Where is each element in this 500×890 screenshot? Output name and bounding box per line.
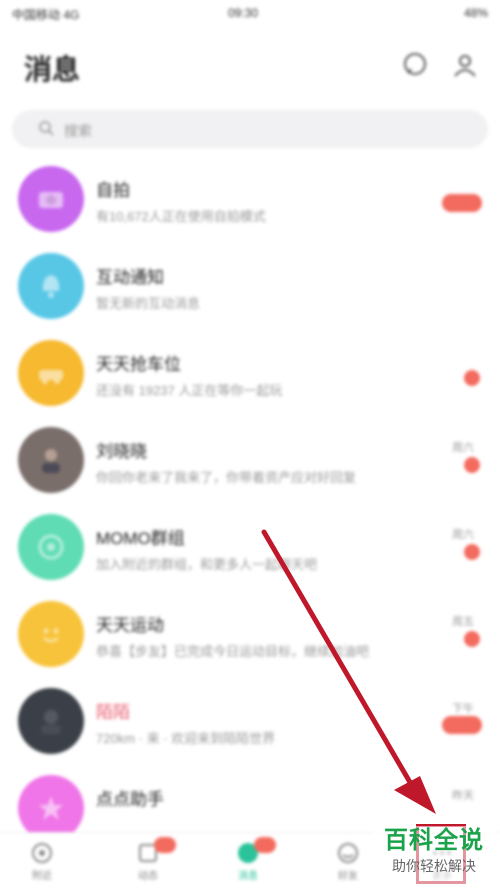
- watermark-subtitle: 助你轻松解决: [392, 858, 476, 874]
- unread-dot: [464, 631, 480, 647]
- car-icon: [39, 370, 63, 384]
- conversation-time: 下午: [452, 703, 474, 715]
- conversation-preview: 你回你老来了我来了，你带着资产应对好回复: [96, 470, 357, 485]
- unread-badge: [442, 194, 482, 212]
- conversation-preview: 还没有 19237 人正在等你一起玩: [96, 383, 283, 398]
- nearby-icon: [32, 843, 52, 863]
- conversation-name: MOMO群组: [96, 529, 185, 548]
- conversation-name: 天天抢车位: [96, 355, 181, 374]
- person-icon: [42, 449, 60, 473]
- tab-label: 消息: [238, 871, 258, 882]
- avatar: [18, 601, 84, 667]
- unread-dot: [464, 457, 480, 473]
- conversation-preview: 加入附近的群组，和更多人一起聊天吧: [96, 557, 318, 572]
- conversation-row[interactable]: 自拍 有10,672人正在使用自拍模式: [0, 158, 500, 244]
- camera-icon: [39, 192, 63, 208]
- tab-badge: [154, 837, 176, 853]
- person-icon: [41, 710, 61, 734]
- star-icon: [39, 796, 63, 820]
- conversation-preview: 暂无新的互动消息: [96, 296, 201, 311]
- conversation-row[interactable]: 天天抢车位 还没有 19237 人正在等你一起玩: [0, 332, 500, 418]
- chat-bubble-icon[interactable]: [402, 52, 428, 78]
- smile-icon: [43, 628, 59, 643]
- watermark-logo: 百科全说 助你轻松解决: [372, 826, 496, 886]
- tab-friends[interactable]: 好友: [318, 841, 378, 889]
- conversation-row[interactable]: 刘晓晓 你回你老来了我来了，你带着资产应对好回复 周六: [0, 419, 500, 505]
- tab-label: 附近: [32, 871, 52, 882]
- conversation-preview: 恭喜【步友】已完成今日运动目标，继续加油吧: [96, 644, 370, 659]
- avatar: [18, 166, 84, 232]
- unread-dot: [464, 544, 480, 560]
- avatar: [18, 253, 84, 319]
- avatar: [18, 514, 84, 580]
- conversation-row[interactable]: 天天运动 恭喜【步友】已完成今日运动目标，继续加油吧 周五: [0, 593, 500, 679]
- tab-feed[interactable]: 动态: [118, 837, 178, 889]
- group-icon: [38, 534, 64, 560]
- conversation-name: 天天运动: [96, 616, 164, 635]
- unread-dot: [464, 370, 480, 386]
- conversation-row[interactable]: 陌陌 720km · 来 · 欢迎来到陌陌世界 下午: [0, 680, 500, 766]
- conversation-name: 点点助手: [96, 790, 164, 809]
- status-bar: 中国移动 4G 09:30 48%: [0, 0, 500, 28]
- search-icon: [39, 121, 54, 136]
- conversation-time: 周六: [452, 529, 474, 541]
- tab-label: 好友: [338, 871, 358, 882]
- conversation-time: 周五: [452, 616, 474, 628]
- avatar: [18, 427, 84, 493]
- tab-messages[interactable]: 消息: [218, 837, 278, 889]
- tab-label: 动态: [138, 871, 158, 882]
- conversation-name: 互动通知: [96, 268, 164, 287]
- conversation-preview: 有10,672人正在使用自拍模式: [96, 209, 266, 224]
- conversation-name: 陌陌: [96, 703, 130, 722]
- watermark-title: 百科全说: [384, 827, 484, 854]
- carrier-label: 中国移动 4G: [12, 8, 80, 22]
- search-placeholder: 搜索: [64, 123, 92, 139]
- conversation-name: 刘晓晓: [96, 442, 147, 461]
- clock: 09:30: [228, 6, 259, 20]
- conversation-time: 周六: [452, 442, 474, 454]
- conversation-row[interactable]: 互动通知 暂无新的互动消息: [0, 245, 500, 331]
- page-title: 消息: [24, 54, 81, 85]
- conversation-name: 自拍: [96, 181, 130, 200]
- conversation-time: 昨天: [452, 790, 474, 802]
- conversation-preview: 720km · 来 · 欢迎来到陌陌世界: [96, 731, 276, 746]
- conversation-row[interactable]: MOMO群组 加入附近的群组，和更多人一起聊天吧 周六: [0, 506, 500, 592]
- avatar: [18, 340, 84, 406]
- avatar: [18, 688, 84, 754]
- battery-indicator: 48%: [463, 6, 488, 20]
- friends-icon: [338, 843, 358, 863]
- app-screen: 中国移动 4G 09:30 48% 消息 搜索 自拍 有10,672人正在使用自…: [0, 0, 500, 890]
- tab-badge: [254, 837, 276, 853]
- bell-icon: [42, 275, 60, 298]
- tab-nearby[interactable]: 附近: [12, 841, 72, 889]
- search-input[interactable]: 搜索: [12, 110, 488, 148]
- contacts-icon[interactable]: [452, 52, 478, 78]
- unread-badge: [442, 716, 482, 734]
